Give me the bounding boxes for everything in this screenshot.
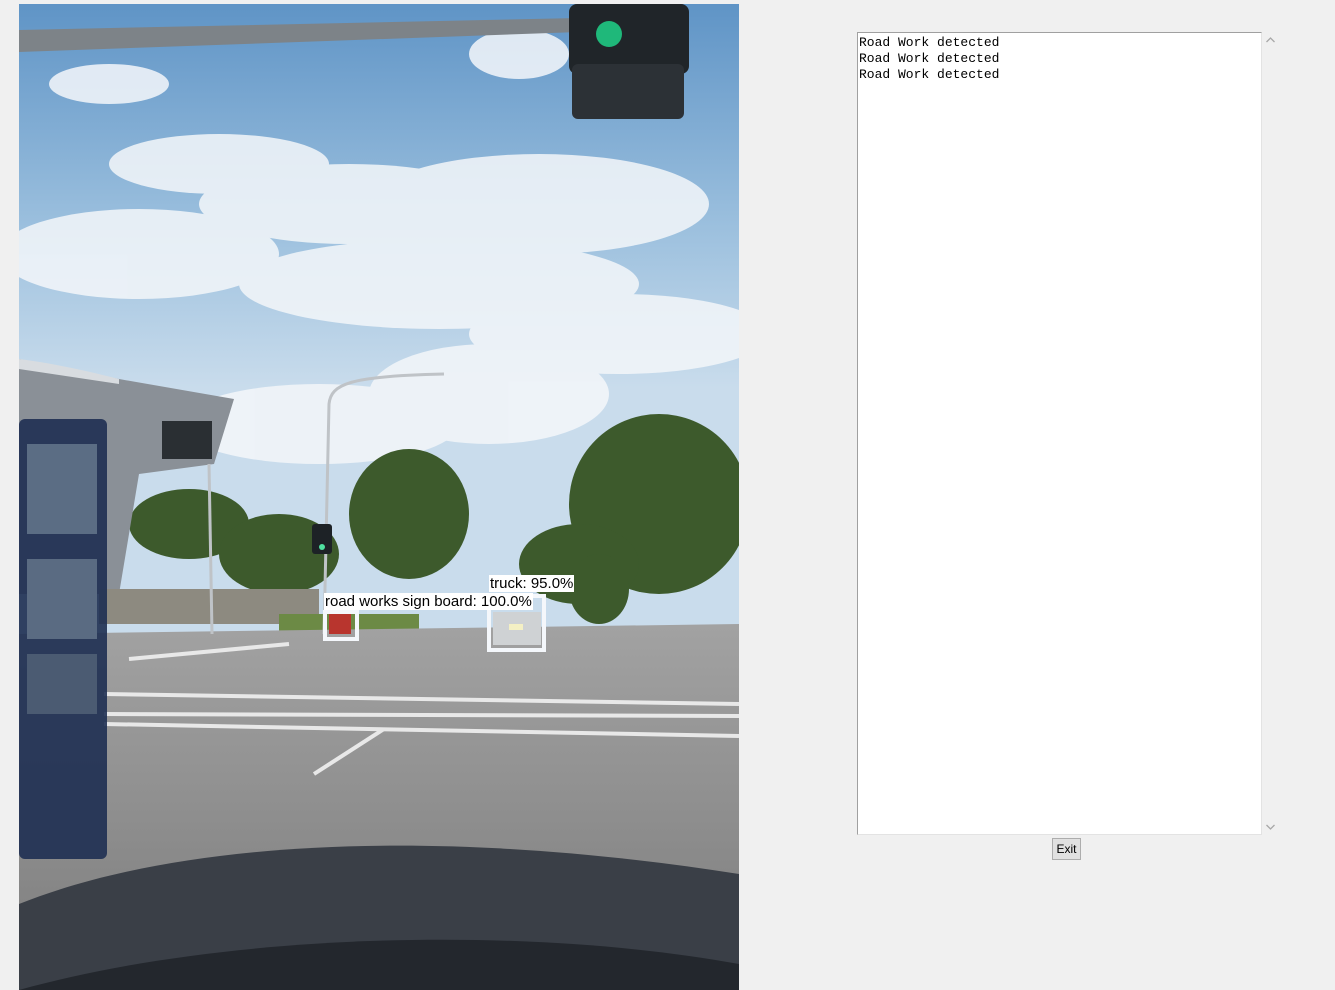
app-window: truck: 95.0% road works sign board: 100.…	[0, 0, 1335, 990]
exit-button[interactable]: Exit	[1052, 838, 1081, 860]
road-scene-image	[19, 4, 739, 990]
sign-board-detection-label: road works sign board: 100.0%	[324, 593, 533, 610]
detection-log-textarea[interactable]: Road Work detected Road Work detected Ro…	[857, 32, 1262, 835]
sign-board-detection-box	[323, 610, 359, 641]
video-frame: truck: 95.0% road works sign board: 100.…	[19, 4, 739, 990]
truck-detection-label: truck: 95.0%	[489, 575, 575, 592]
chevron-up-icon[interactable]	[1262, 32, 1278, 48]
log-line: Road Work detected	[859, 51, 1000, 66]
chevron-down-icon[interactable]	[1262, 819, 1278, 835]
log-line: Road Work detected	[859, 67, 1000, 82]
log-scrollbar[interactable]	[1262, 32, 1278, 835]
log-line: Road Work detected	[859, 35, 1000, 50]
